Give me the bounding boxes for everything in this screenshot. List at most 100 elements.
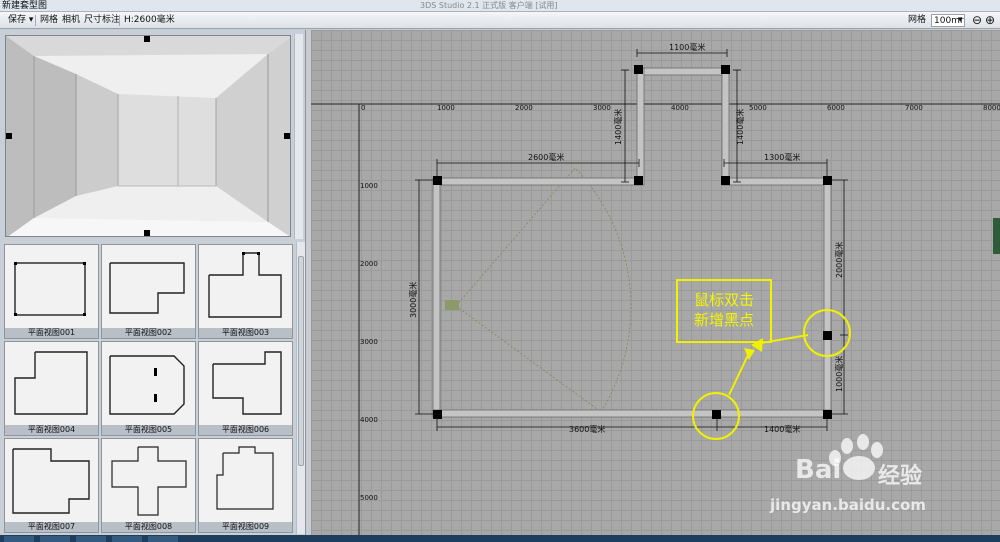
grid-size-label: 网格 <box>908 15 927 25</box>
ruler-x-label: 4000 <box>671 104 689 112</box>
window-title: 新建套型图 <box>2 1 48 11</box>
toolbar-separator <box>35 15 36 26</box>
thumbnail-label: 平面视图009 <box>199 522 292 532</box>
save-button[interactable]: 保存 ▾ <box>6 14 35 27</box>
dimension-button[interactable]: 尺寸标注 <box>82 14 122 27</box>
watermark-brand-cn: 经验 <box>878 464 923 489</box>
plan-icon <box>216 446 274 510</box>
dimension-label: 3000毫米 <box>408 282 418 318</box>
watermark-url: jingyan.baidu.com <box>770 496 926 514</box>
ruler-x-label: 3000 <box>593 104 611 112</box>
wall-vertex <box>721 65 730 74</box>
camera-icon[interactable] <box>445 300 459 310</box>
side-handle[interactable] <box>993 218 1000 254</box>
camera-view-cone <box>455 167 632 413</box>
zoom-in-icon[interactable]: ⊕ <box>985 14 995 27</box>
taskbar-button[interactable] <box>40 536 70 542</box>
wall-vertex <box>721 176 730 185</box>
ruler-y-label: 1000 <box>360 182 378 190</box>
dimension-label: 2600毫米 <box>528 152 564 162</box>
wall-vertex <box>712 410 721 419</box>
thumbnail-label: 平面视图001 <box>5 328 98 338</box>
wall-vertex <box>823 410 832 419</box>
plan-icon <box>212 351 282 415</box>
dimension-label: 1400毫米 <box>613 109 623 145</box>
thumbnail-label: 平面视图004 <box>5 425 98 435</box>
thumbnail-plan-007[interactable]: 平面视图007 <box>4 438 99 533</box>
grid-toggle-button[interactable]: 网格 <box>38 14 60 27</box>
3d-preview[interactable] <box>5 35 291 237</box>
taskbar-button[interactable] <box>4 536 34 542</box>
ruler-x-label: 6000 <box>827 104 845 112</box>
vertices[interactable] <box>433 65 832 419</box>
plan-icon <box>14 262 86 316</box>
plan-icon <box>14 351 88 415</box>
wall-vertex <box>433 176 442 185</box>
thumbnail-label: 平面视图008 <box>102 522 195 532</box>
dimension-label: 1400毫米 <box>735 109 745 145</box>
thumbnail-label: 平面视图005 <box>102 425 195 435</box>
ruler-x-label: 2000 <box>515 104 533 112</box>
taskbar-button[interactable] <box>112 536 142 542</box>
title-bar: 新建套型图 3DS Studio 2.1 正式版 客户端 [试用] <box>0 0 1000 12</box>
walls <box>432 67 832 418</box>
plan-icon <box>109 355 185 415</box>
preview-scrollbar[interactable] <box>294 34 303 239</box>
chevron-down-icon[interactable]: ▾ <box>958 14 963 27</box>
thumbnail-plan-003[interactable]: 平面视图003 <box>198 244 293 339</box>
thumbnail-plan-002[interactable]: 平面视图002 <box>101 244 196 339</box>
wall-vertex <box>823 176 832 185</box>
dimension-label: 1000毫米 <box>834 356 844 392</box>
taskbar-button[interactable] <box>76 536 106 542</box>
scrollbar-thumb[interactable] <box>298 256 304 466</box>
room-3d-view <box>6 36 290 236</box>
resize-handle[interactable] <box>144 36 150 42</box>
wall-vertex <box>634 176 643 185</box>
wall-vertex <box>823 331 832 340</box>
resize-handle[interactable] <box>6 133 12 139</box>
height-readout: H:2600毫米 <box>124 15 175 25</box>
ruler-y-label: 3000 <box>360 338 378 346</box>
thumbnail-label: 平面视图002 <box>102 328 195 338</box>
ruler-x-label: 0 <box>361 104 365 112</box>
dimension-label: 1300毫米 <box>764 152 800 162</box>
dimension-label: 1100毫米 <box>669 42 705 52</box>
plan-thumbnail-grid: 平面视图001 平面视图002 平面视图003 平面视图004 平面视图005 … <box>2 242 294 534</box>
thumbnail-plan-004[interactable]: 平面视图004 <box>4 341 99 436</box>
thumbnail-label: 平面视图003 <box>199 328 292 338</box>
zoom-out-icon[interactable]: ⊖ <box>972 14 982 27</box>
annotation-line-2: 新增黑点 <box>693 311 754 329</box>
resize-handle[interactable] <box>284 133 290 139</box>
wall-vertex <box>433 410 442 419</box>
camera-button[interactable]: 相机 <box>60 14 82 27</box>
thumbnail-label: 平面视图006 <box>199 425 292 435</box>
plan-icon <box>111 446 187 516</box>
thumbnail-plan-001[interactable]: 平面视图001 <box>4 244 99 339</box>
thumbnail-label: 平面视图007 <box>5 522 98 532</box>
thumbnail-plan-006[interactable]: 平面视图006 <box>198 341 293 436</box>
ruler-x-label: 8000 <box>983 104 1000 112</box>
save-label: 保存 <box>8 15 27 25</box>
toolbar: 保存 ▾ 网格 相机 尺寸标注 H:2600毫米 网格 100mr ▾ ⊖ ⊕ <box>0 12 1000 29</box>
thumbnail-plan-008[interactable]: 平面视图008 <box>101 438 196 533</box>
dimension-label: 3600毫米 <box>569 424 605 434</box>
watermark-brand: Bai <box>795 455 842 485</box>
annotation-callout: 鼠标双击 新增黑点 <box>676 279 772 343</box>
ruler-x-label: 5000 <box>749 104 767 112</box>
left-panel: 平面视图001 平面视图002 平面视图003 平面视图004 平面视图005 … <box>0 30 306 535</box>
thumbnail-plan-009[interactable]: 平面视图009 <box>198 438 293 533</box>
toolbar-separator <box>119 15 120 26</box>
taskbar-button[interactable] <box>148 536 178 542</box>
chevron-down-icon: ▾ <box>28 15 34 25</box>
ruler-y-label: 5000 <box>360 494 378 502</box>
ruler-x-label: 1000 <box>437 104 455 112</box>
resize-handle[interactable] <box>144 230 150 236</box>
thumbnail-scrollbar[interactable] <box>296 242 305 534</box>
plan-icon <box>12 448 90 514</box>
ruler-y-label: 4000 <box>360 416 378 424</box>
ruler-x-label: 7000 <box>905 104 923 112</box>
plan-icon <box>109 262 185 314</box>
thumbnail-plan-005[interactable]: 平面视图005 <box>101 341 196 436</box>
dimension-lines <box>415 49 848 431</box>
window-subtitle: 3DS Studio 2.1 正式版 客户端 [试用] <box>420 1 558 10</box>
